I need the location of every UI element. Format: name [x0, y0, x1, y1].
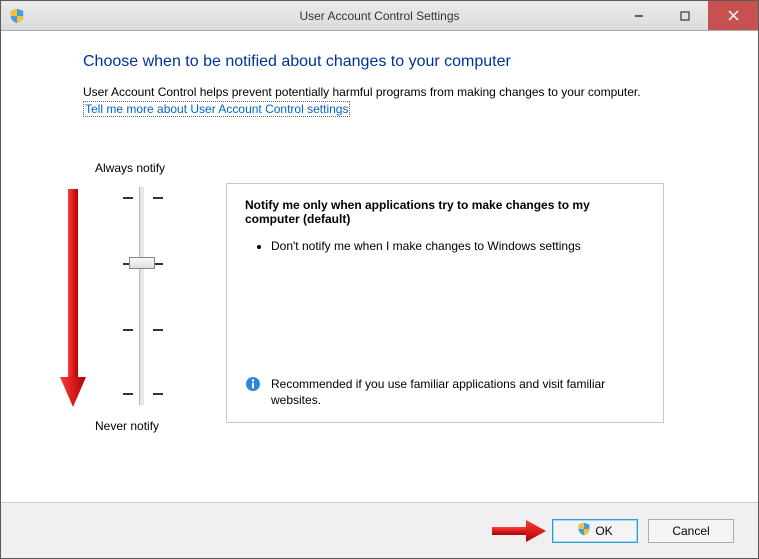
cancel-button-label: Cancel: [672, 524, 709, 538]
slider-tick: [123, 197, 133, 199]
annotation-arrow-right: [492, 518, 546, 544]
slider-label-bottom: Never notify: [95, 419, 159, 433]
cancel-button[interactable]: Cancel: [648, 519, 734, 543]
info-icon: [245, 376, 261, 392]
recommendation-text: Recommended if you use familiar applicat…: [271, 376, 645, 408]
slider-tick: [123, 393, 133, 395]
close-button[interactable]: [708, 1, 758, 30]
slider-tick: [153, 393, 163, 395]
uac-shield-icon: [577, 522, 591, 539]
help-link[interactable]: Tell me more about User Account Control …: [83, 101, 350, 117]
uac-shield-icon: [9, 8, 25, 24]
slider-track[interactable]: [139, 187, 145, 405]
annotation-arrow-down: [58, 189, 88, 409]
slider-thumb[interactable]: [129, 257, 155, 269]
ok-button-label: OK: [595, 524, 612, 538]
level-title: Notify me only when applications try to …: [245, 198, 645, 226]
dialog-button-row: OK Cancel: [1, 502, 758, 558]
window-controls: [616, 1, 758, 30]
content-area: Choose when to be notified about changes…: [1, 31, 758, 502]
slider-tick: [153, 329, 163, 331]
level-bullet: Don't notify me when I make changes to W…: [271, 238, 645, 254]
page-heading: Choose when to be notified about changes…: [83, 53, 710, 71]
ok-button[interactable]: OK: [552, 519, 638, 543]
minimize-button[interactable]: [616, 1, 662, 30]
slider-tick: [123, 329, 133, 331]
slider-label-top: Always notify: [95, 161, 165, 175]
slider-tick: [153, 197, 163, 199]
recommendation: Recommended if you use familiar applicat…: [245, 376, 645, 408]
level-description-panel: Notify me only when applications try to …: [226, 183, 664, 423]
page-description: User Account Control helps prevent poten…: [83, 85, 710, 99]
maximize-button[interactable]: [662, 1, 708, 30]
level-bullet-list: Don't notify me when I make changes to W…: [245, 238, 645, 254]
titlebar: User Account Control Settings: [1, 1, 758, 31]
